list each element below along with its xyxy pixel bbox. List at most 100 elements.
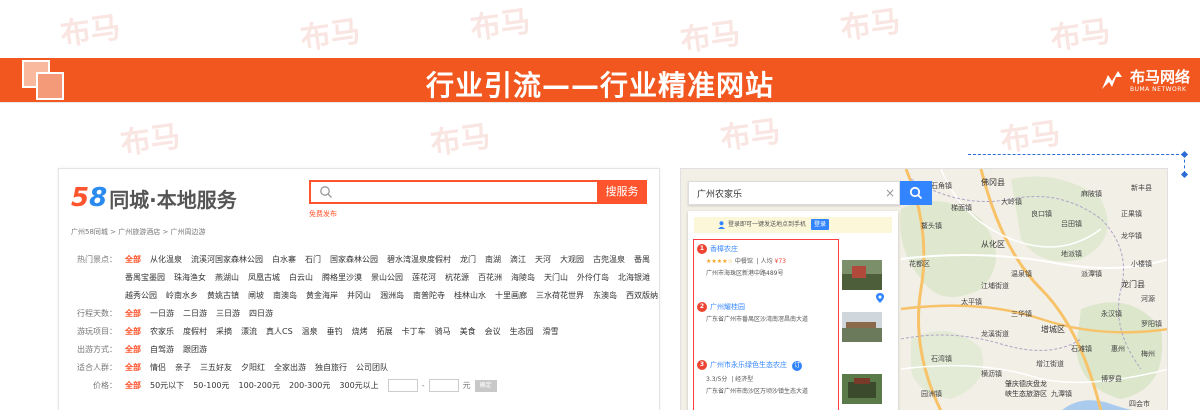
filter-option[interactable]: 大观园 (560, 251, 584, 269)
filter-option[interactable]: 碧水湾温泉度假村 (387, 251, 451, 269)
filter-option[interactable]: 会议 (485, 323, 501, 341)
filter-option[interactable]: 古兜温泉 (593, 251, 625, 269)
filter-option[interactable]: 一日游 (150, 305, 174, 323)
result-thumbnail[interactable] (842, 374, 882, 404)
result-name[interactable]: 香樟农庄 (710, 244, 738, 254)
filter-option[interactable]: 番禺宝墨园 (125, 269, 165, 287)
filter-option[interactable]: 情侣 (150, 359, 166, 377)
filter-option[interactable]: 跟团游 (183, 341, 207, 359)
login-button[interactable]: 登录 (810, 219, 829, 230)
filter-option[interactable]: 采摘 (216, 323, 232, 341)
filter-option[interactable]: 全部 (125, 377, 141, 395)
filter-option[interactable]: 三日游 (216, 305, 240, 323)
filter-option[interactable]: 卡丁车 (402, 323, 426, 341)
filter-option[interactable]: 公司团队 (356, 359, 388, 377)
filter-option[interactable]: 珠海渔女 (174, 269, 206, 287)
filter-option[interactable]: 独自旅行 (315, 359, 347, 377)
filter-option[interactable]: 黄姚古镇 (207, 287, 239, 305)
filter-option[interactable]: 桂林山水 (454, 287, 486, 305)
filter-option[interactable]: 景山公园 (371, 269, 403, 287)
result-name[interactable]: 广州市永乐绿色生态农庄 订 (710, 360, 803, 371)
list-item[interactable]: 1 香樟农庄 ★★★★☆ 中餐馆 | 人均 ¥73 广州市海珠区新港中路489号 (694, 242, 894, 300)
filter-option[interactable]: 白云山 (289, 269, 313, 287)
breadcrumb[interactable]: 广州58同城 > 广州旅游酒店 > 广州周边游 (71, 227, 206, 237)
filter-option[interactable]: 自驾游 (150, 341, 174, 359)
filter-option[interactable]: 三五好友 (200, 359, 232, 377)
price-max-input[interactable] (428, 379, 459, 392)
filter-option[interactable]: 骑马 (435, 323, 451, 341)
price-confirm-button[interactable]: 确定 (474, 380, 497, 392)
filter-option[interactable]: 从化温泉 (150, 251, 182, 269)
filter-option[interactable]: 西双版纳 (626, 287, 658, 305)
filter-option[interactable]: 北海银滩 (618, 269, 650, 287)
filter-option[interactable]: 50元以下 (150, 377, 184, 395)
filter-option[interactable]: 滑雪 (543, 323, 559, 341)
filter-option[interactable]: 东澳岛 (593, 287, 617, 305)
filter-option[interactable]: 农家乐 (150, 323, 174, 341)
filter-option[interactable]: 拓展 (377, 323, 393, 341)
filter-option[interactable]: 杭花源 (445, 269, 469, 287)
filter-option[interactable]: 流溪河国家森林公园 (191, 251, 263, 269)
site58-logo[interactable]: 5 8 同城·本地服务 (71, 183, 237, 213)
filter-option[interactable]: 海陵岛 (511, 269, 535, 287)
list-item[interactable]: 2 广州耀桂园 广东省广州市番禺区沙湾南滘昌南大道 (694, 300, 894, 358)
list-item[interactable]: 3 广州市永乐绿色生态农庄 订 3.3/5分 | 经济型 广东省广州市南沙区万顷… (694, 358, 894, 410)
result-name[interactable]: 广州耀桂园 (710, 302, 745, 312)
filter-option[interactable]: 烧烤 (352, 323, 368, 341)
filter-option[interactable]: 二日游 (183, 305, 207, 323)
filter-option[interactable]: 井冈山 (347, 287, 371, 305)
filter-option[interactable]: 50-100元 (193, 377, 229, 395)
result-thumbnail[interactable] (842, 312, 882, 342)
filter-option[interactable]: 100-200元 (239, 377, 280, 395)
filter-option[interactable]: 三水荷花世界 (536, 287, 584, 305)
filter-option[interactable]: 外伶仃岛 (577, 269, 609, 287)
filter-option[interactable]: 亲子 (175, 359, 191, 377)
filter-option[interactable]: 全部 (125, 359, 141, 377)
price-min-input[interactable] (387, 379, 418, 392)
filter-option[interactable]: 燕湖山 (215, 269, 239, 287)
filter-option[interactable]: 度假村 (183, 323, 207, 341)
filter-option[interactable]: 岭南水乡 (166, 287, 198, 305)
filter-option[interactable]: 南普陀寺 (413, 287, 445, 305)
filter-option[interactable]: 凤凰古城 (248, 269, 280, 287)
filter-option[interactable]: 天门山 (544, 269, 568, 287)
filter-option[interactable]: 闸坡 (248, 287, 264, 305)
filter-option[interactable]: 200-300元 (289, 377, 330, 395)
filter-option[interactable]: 涠洲岛 (380, 287, 404, 305)
filter-option[interactable]: 越秀公园 (125, 287, 157, 305)
filter-option[interactable]: 南澳岛 (273, 287, 297, 305)
filter-option[interactable]: 真人CS (266, 323, 293, 341)
filter-option[interactable]: 四日游 (249, 305, 273, 323)
filter-option[interactable]: 温泉 (302, 323, 318, 341)
filter-option[interactable]: 腾格里沙漠 (322, 269, 362, 287)
location-pin-icon[interactable] (876, 293, 884, 303)
site58-search-input[interactable] (309, 180, 597, 204)
filter-option[interactable]: 南湖 (485, 251, 501, 269)
filter-option[interactable]: 300元以上 (339, 377, 378, 395)
filter-option[interactable]: 白水寨 (272, 251, 296, 269)
map-search-input[interactable]: 广州农家乐 × (688, 181, 900, 205)
filter-option[interactable]: 美食 (460, 323, 476, 341)
filter-option[interactable]: 莲花河 (412, 269, 436, 287)
filter-option[interactable]: 漂流 (241, 323, 257, 341)
filter-option[interactable]: 国家森林公园 (330, 251, 378, 269)
filter-option[interactable]: 全部 (125, 323, 141, 341)
filter-option[interactable]: 龙门 (460, 251, 476, 269)
map-search-button[interactable] (900, 181, 932, 205)
filter-option[interactable]: 全部 (125, 341, 141, 359)
filter-option[interactable]: 滴江 (510, 251, 526, 269)
filter-option[interactable]: 番禺 (634, 251, 650, 269)
filter-option[interactable]: 黄金海岸 (306, 287, 338, 305)
filter-option[interactable]: 夕阳红 (241, 359, 265, 377)
filter-option[interactable]: 百花洲 (478, 269, 502, 287)
filter-option[interactable]: 十里画廊 (495, 287, 527, 305)
filter-option[interactable]: 垂钓 (327, 323, 343, 341)
filter-option[interactable]: 全部 (125, 251, 141, 269)
clear-icon[interactable]: × (885, 186, 895, 200)
filter-option[interactable]: 全家出游 (274, 359, 306, 377)
search-services-button[interactable]: 搜服务 (597, 180, 647, 204)
filter-option[interactable]: 生态园 (510, 323, 534, 341)
filter-option[interactable]: 石门 (305, 251, 321, 269)
filter-option[interactable]: 天河 (535, 251, 551, 269)
filter-option[interactable]: 全部 (125, 305, 141, 323)
